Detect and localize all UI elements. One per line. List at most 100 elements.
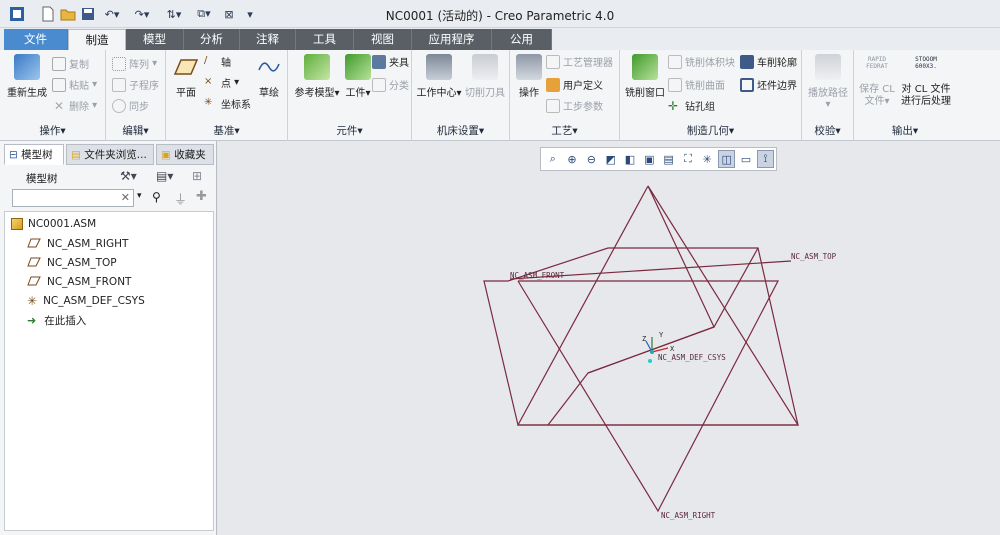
assembly-icon: [11, 218, 23, 230]
tab-file[interactable]: 文件: [4, 29, 68, 50]
post-process-cl-button[interactable]: STOOOM 600X3. 对 CL 文件 进行后处理: [900, 54, 952, 108]
tree-item-datum-plane[interactable]: NC_ASM_FRONT: [27, 273, 131, 291]
group-components: 参考模型▾ 工件▾ 夹具 分类 元件▾: [288, 50, 412, 141]
tree-columns-icon[interactable]: ▤▾: [156, 169, 173, 183]
tree-item-insert-here[interactable]: ➜ 在此插入: [27, 311, 86, 329]
post-process-icon: STOOOM 600X3.: [915, 56, 937, 70]
folder-icon: ▤: [71, 149, 81, 161]
filter-icon[interactable]: ⏚: [174, 189, 187, 208]
workpiece-icon: [345, 54, 371, 80]
tab-model-tree[interactable]: ⊟ 模型树: [4, 144, 64, 165]
group-validate: 播放路径 ▾ 校验▾: [802, 50, 854, 141]
datum-plane-icon: [27, 238, 41, 251]
step-params-button[interactable]: 工步参数: [546, 98, 603, 113]
save-cl-file-button[interactable]: RAPID FEDRAT 保存 CL 文件▾: [856, 54, 898, 108]
tree-item-datum-plane[interactable]: NC_ASM_RIGHT: [27, 235, 128, 253]
group-label-edit[interactable]: 编辑▾: [106, 123, 165, 138]
mill-surface-button[interactable]: 铣削曲面: [668, 77, 725, 92]
play-path-icon: [815, 54, 841, 80]
user-defined-button[interactable]: 用户定义: [546, 77, 603, 92]
mill-surface-icon: [668, 77, 682, 92]
tab-folder-browser[interactable]: ▤ 文件夹浏览...: [66, 144, 154, 165]
axis-label-y: Y: [659, 331, 664, 339]
sketch-button[interactable]: 草绘: [254, 54, 284, 99]
classify-button[interactable]: 分类: [372, 77, 409, 92]
graphics-window[interactable]: ⌕ ⊕ ⊖ ◩ ◧ ▣ ▤ ⛶ ✳ ◫ ▭ ⟟ NC_ASM_TOP NC_AS…: [218, 141, 1000, 535]
tab-annotate[interactable]: 注释: [240, 29, 296, 50]
group-mfg-geometry: 铣削窗口 铣削体积块 铣削曲面 ✛ 钻孔组 车削轮廓 坯件边界 制造几何▾: [620, 50, 802, 141]
tab-model[interactable]: 模型: [126, 29, 184, 50]
group-label-operations[interactable]: 操作▾: [0, 123, 105, 138]
tab-applications[interactable]: 应用程序: [412, 29, 492, 50]
work-center-button[interactable]: 工作中心▾: [416, 54, 462, 99]
copy-button[interactable]: 复制: [52, 56, 89, 71]
delete-button[interactable]: ✕ 删除 ▾: [52, 98, 97, 114]
group-datum: 平面 / 轴 × 点 ▾ ✳ 坐标系 草绘 基准▾: [166, 50, 288, 141]
delete-icon: ✕: [53, 98, 65, 113]
axis-button[interactable]: / 轴: [204, 54, 231, 70]
mill-window-button[interactable]: 铣削窗口: [624, 54, 666, 99]
drill-group-icon: ✛: [668, 98, 679, 113]
regenerate-icon: [14, 54, 40, 80]
operation-icon: [516, 54, 542, 80]
csys-label: NC_ASM_DEF_CSYS: [658, 353, 726, 362]
tree-item-datum-plane[interactable]: NC_ASM_TOP: [27, 254, 117, 272]
csys-button[interactable]: ✳ 坐标系: [204, 96, 251, 112]
group-label-validate[interactable]: 校验▾: [802, 123, 853, 138]
fixture-button[interactable]: 夹具: [372, 54, 409, 69]
workpiece-button[interactable]: 工件▾: [340, 54, 376, 99]
group-label-output[interactable]: 输出▾: [854, 123, 956, 138]
cutting-tool-button[interactable]: 切削刀具: [464, 54, 506, 99]
group-label-mfg-geometry[interactable]: 制造几何▾: [620, 123, 801, 138]
add-filter-icon[interactable]: ✚: [196, 189, 207, 204]
group-operations: 重新生成 复制 粘贴 ▾ ✕ 删除 ▾ 操作▾: [0, 50, 106, 141]
classify-icon: [372, 77, 386, 92]
tab-manufacturing[interactable]: 制造: [68, 29, 126, 50]
pattern-icon: [112, 56, 126, 71]
find-icon[interactable]: ⚲: [152, 190, 161, 204]
sync-button[interactable]: 同步: [112, 98, 149, 113]
subprogram-button[interactable]: 子程序: [112, 77, 159, 92]
model-tree-icon: ⊟: [9, 149, 18, 161]
tab-favorites[interactable]: ▣ 收藏夹: [156, 144, 214, 165]
turn-profile-icon: [740, 54, 754, 69]
tab-tools[interactable]: 工具: [296, 29, 354, 50]
datum-label-front: NC_ASM_FRONT: [510, 271, 565, 280]
model-canvas: NC_ASM_TOP NC_ASM_FRONT NC_ASM_RIGHT NC_…: [483, 185, 837, 520]
group-label-datum[interactable]: 基准▾: [166, 123, 287, 138]
drill-group-button[interactable]: ✛ 钻孔组: [668, 98, 715, 114]
plane-button[interactable]: 平面: [170, 54, 202, 99]
process-manager-icon: [546, 54, 560, 69]
pattern-button[interactable]: 阵列 ▾: [112, 56, 157, 71]
tab-analysis[interactable]: 分析: [184, 29, 240, 50]
tab-common[interactable]: 公用: [492, 29, 552, 50]
process-manager-button[interactable]: 工艺管理器: [546, 54, 613, 69]
clear-search-icon[interactable]: ✕: [121, 191, 130, 204]
tree-item-csys[interactable]: ✳ NC_ASM_DEF_CSYS: [27, 292, 145, 310]
stock-boundary-button[interactable]: 坯件边界: [740, 77, 797, 92]
tree-filter-settings-icon[interactable]: ⊞: [192, 169, 202, 183]
point-button[interactable]: × 点 ▾: [204, 75, 239, 91]
datum-label-top: NC_ASM_TOP: [791, 252, 837, 261]
paste-button[interactable]: 粘贴 ▾: [52, 77, 97, 92]
user-defined-icon: [546, 77, 560, 92]
model-tree-toolbar-label: 模型树: [26, 173, 58, 185]
point-icon: ×: [204, 75, 213, 87]
play-path-button[interactable]: 播放路径 ▾: [805, 54, 851, 110]
datum-label-right: NC_ASM_RIGHT: [661, 511, 716, 520]
group-label-process[interactable]: 工艺▾: [510, 123, 619, 138]
tree-item-assembly[interactable]: NC0001.ASM: [11, 215, 96, 233]
ribbon: 重新生成 复制 粘贴 ▾ ✕删除 ▾ 操作▾ 阵列 ▾ 子程序 同步 编辑▾: [0, 50, 1000, 141]
operation-button[interactable]: 操作: [514, 54, 544, 99]
regenerate-button[interactable]: 重新生成: [4, 54, 50, 99]
tab-view[interactable]: 视图: [354, 29, 412, 50]
group-label-machine-setup[interactable]: 机床设置▾: [412, 123, 509, 138]
tree-search-input[interactable]: ✕: [12, 189, 134, 207]
group-label-components[interactable]: 元件▾: [288, 123, 411, 138]
reference-model-button[interactable]: 参考模型▾: [292, 54, 342, 99]
turn-profile-button[interactable]: 车削轮廓: [740, 54, 797, 69]
search-dropdown-icon[interactable]: ▾: [137, 191, 142, 201]
window-title: NC0001 (活动的) - Creo Parametric 4.0: [385, 9, 615, 23]
mill-volume-button[interactable]: 铣削体积块: [668, 54, 735, 69]
tree-settings-icon[interactable]: ⚒▾: [120, 169, 137, 183]
